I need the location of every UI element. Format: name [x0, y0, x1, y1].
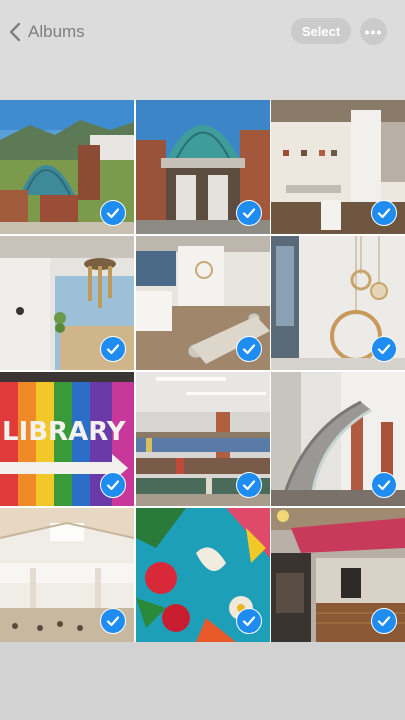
selected-check-icon	[100, 200, 126, 226]
photo-album-screen: Albums Select ••• LIBRARY	[0, 0, 405, 720]
bottom-area	[0, 659, 405, 720]
more-options-button[interactable]: •••	[360, 18, 387, 45]
chevron-left-icon	[9, 22, 21, 42]
banner-text: LIBRARY	[2, 417, 127, 447]
back-button[interactable]: Albums	[8, 18, 85, 46]
selected-check-icon	[100, 336, 126, 362]
photo-thumbnail[interactable]	[135, 508, 270, 642]
select-button[interactable]: Select	[291, 18, 351, 44]
back-label: Albums	[28, 22, 85, 41]
photo-thumbnail[interactable]	[271, 372, 405, 506]
photo-thumbnail[interactable]	[135, 100, 270, 234]
selected-check-icon	[235, 472, 262, 498]
photo-thumbnail[interactable]	[0, 508, 134, 642]
photo-thumbnail[interactable]	[0, 100, 134, 234]
photo-thumbnail[interactable]	[135, 236, 270, 370]
photo-grid: LIBRARY	[0, 100, 405, 642]
photo-thumbnail[interactable]	[271, 100, 405, 234]
selected-check-icon	[100, 472, 126, 498]
navigation-bar: Albums Select •••	[0, 0, 405, 100]
selected-check-icon	[235, 200, 262, 226]
selected-check-icon	[100, 608, 126, 634]
photo-thumbnail[interactable]	[0, 236, 134, 370]
selected-check-icon	[371, 472, 397, 498]
ellipsis-icon: •••	[364, 23, 383, 40]
selected-check-icon	[371, 608, 397, 634]
photo-thumbnail[interactable]: LIBRARY	[0, 372, 134, 506]
photo-thumbnail[interactable]	[271, 508, 405, 642]
selected-check-icon	[371, 336, 397, 362]
selected-check-icon	[371, 200, 397, 226]
selected-check-icon	[235, 336, 262, 362]
photo-thumbnail[interactable]	[135, 372, 270, 506]
selected-check-icon	[235, 608, 262, 634]
photo-thumbnail[interactable]	[271, 236, 405, 370]
